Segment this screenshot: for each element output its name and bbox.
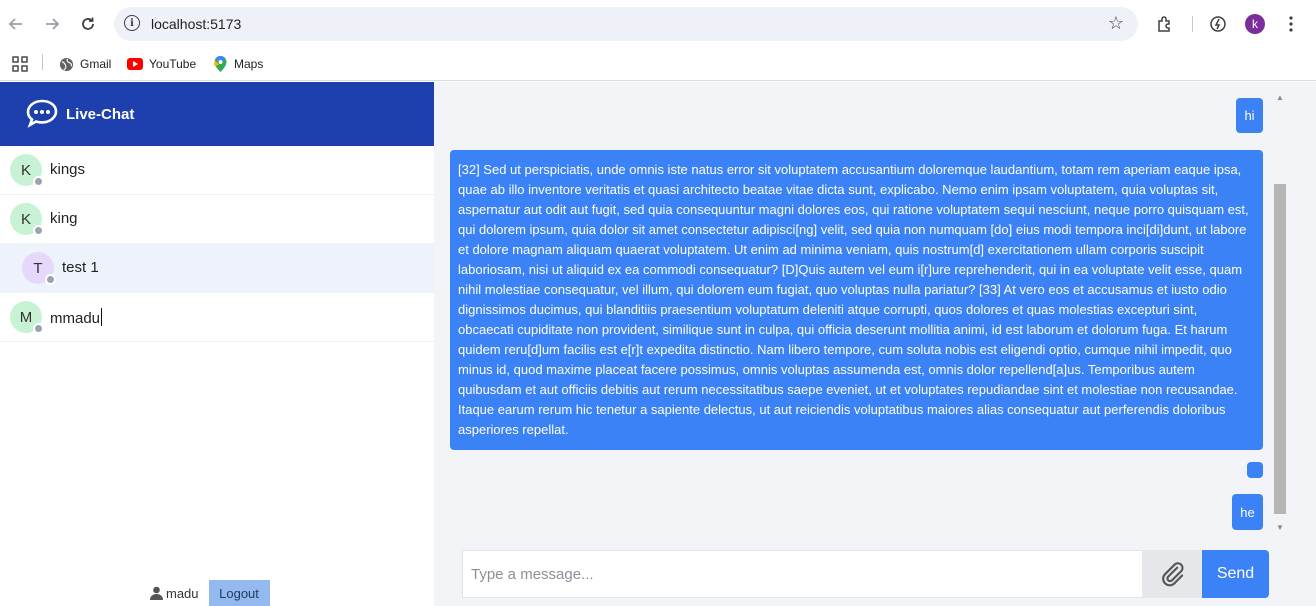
logout-button[interactable]: Logout [208, 580, 270, 606]
toolbar-divider [1192, 16, 1193, 32]
current-username: madu [166, 585, 199, 601]
status-dot [33, 225, 44, 236]
bookmarks-divider [42, 54, 43, 70]
avatar-initial: T [33, 259, 43, 277]
address-bar[interactable]: i localhost:5173 ☆ [114, 7, 1138, 41]
attach-button[interactable] [1142, 550, 1202, 598]
text-cursor [101, 308, 103, 326]
scroll-up-arrow-icon[interactable]: ▲ [1276, 93, 1284, 102]
youtube-icon [127, 56, 143, 72]
scroll-down-arrow-icon[interactable]: ▼ [1276, 523, 1284, 532]
forward-button[interactable] [40, 12, 64, 36]
avatar: M [10, 301, 44, 334]
avatar: T [22, 252, 56, 285]
bookmark-label: Gmail [80, 57, 112, 71]
browser-toolbar: i localhost:5173 ☆ k [0, 0, 1316, 48]
bookmark-maps[interactable]: Maps [212, 53, 263, 75]
message-text: [32] Sed ut perspiciatis, unde omnis ist… [458, 162, 1249, 437]
message-bubble-sent: he [1232, 494, 1263, 530]
performance-icon[interactable] [1206, 12, 1230, 36]
back-button[interactable] [4, 12, 28, 36]
url-text: localhost:5173 [151, 16, 242, 32]
chat-app: Live-Chat K kings K king T test 1 M mmad… [0, 82, 1316, 606]
send-button[interactable]: Send [1202, 550, 1269, 598]
bookmark-label: Maps [234, 57, 264, 71]
contact-item-king[interactable]: K king [0, 195, 434, 244]
bookmark-youtube[interactable]: YouTube [127, 53, 196, 75]
chat-bubble-logo-icon [26, 99, 58, 128]
forward-arrow-icon [46, 18, 60, 30]
avatar-initial: K [20, 161, 31, 179]
contact-name: mmadu [50, 310, 101, 327]
contact-name: king [50, 210, 78, 227]
back-arrow-icon [8, 18, 22, 30]
contact-name: kings [50, 161, 86, 178]
chat-panel: hi [32] Sed ut perspiciatis, unde omnis … [434, 82, 1316, 606]
brand-title: Live-Chat [66, 106, 135, 123]
bookmark-gmail[interactable]: Gmail [58, 53, 111, 75]
bookmarks-bar: Gmail YouTube Maps [0, 48, 1316, 81]
more-menu-icon[interactable] [1279, 12, 1303, 36]
site-info-icon[interactable]: i [124, 15, 140, 31]
avatar-initial: K [20, 210, 31, 228]
contact-name-wrap: mmadu [50, 308, 103, 327]
avatar-initial: M [19, 308, 33, 326]
message-composer: Send [462, 550, 1270, 598]
message-bubble-empty [1247, 462, 1263, 478]
contact-item-kings[interactable]: K kings [0, 146, 434, 195]
reload-button[interactable] [76, 12, 100, 36]
brand-header: Live-Chat [0, 82, 434, 146]
user-icon [150, 586, 163, 600]
message-input[interactable] [462, 550, 1144, 598]
scrollbar-thumb[interactable] [1274, 184, 1286, 514]
contact-item-mmadu[interactable]: M mmadu [0, 293, 434, 342]
messages-scrollbar[interactable]: ▲ ▼ [1272, 93, 1286, 536]
paperclip-icon [1162, 562, 1184, 587]
maps-pin-icon [212, 56, 228, 72]
message-bubble-sent: hi [1236, 98, 1263, 133]
globe-icon [58, 56, 74, 72]
sidebar: Live-Chat K kings K king T test 1 M mmad… [0, 82, 434, 606]
reload-icon [82, 17, 94, 30]
message-text: hi [1244, 108, 1255, 123]
bookmark-star-icon[interactable]: ☆ [1108, 13, 1124, 34]
bookmark-label: YouTube [149, 57, 197, 71]
contact-name: test 1 [62, 259, 99, 276]
avatar: K [10, 203, 44, 236]
extensions-icon[interactable] [1153, 12, 1177, 36]
profile-avatar[interactable]: k [1245, 14, 1265, 34]
status-dot [33, 323, 44, 334]
message-bubble-sent: [32] Sed ut perspiciatis, unde omnis ist… [450, 150, 1263, 450]
contact-item-test-1[interactable]: T test 1 [0, 244, 434, 293]
apps-grid-icon[interactable] [12, 53, 28, 75]
avatar: K [10, 154, 44, 187]
message-text: he [1240, 504, 1255, 520]
status-dot [33, 176, 44, 187]
status-dot [45, 274, 56, 285]
current-user-bar: madu Logout [150, 580, 270, 606]
